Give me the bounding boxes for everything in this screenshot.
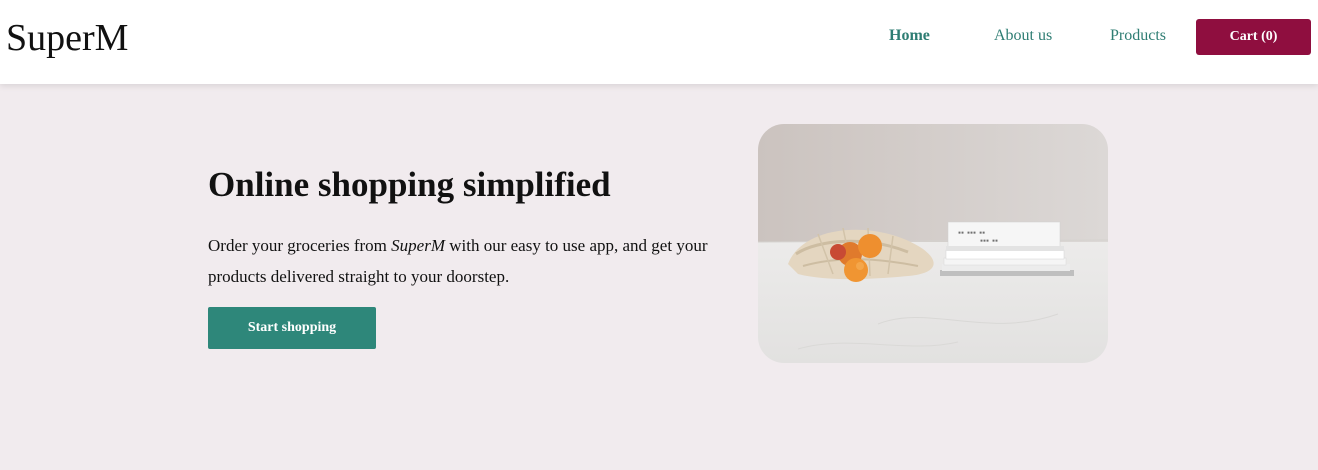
- nav-link-home[interactable]: Home: [889, 26, 930, 46]
- hero-text-start: Order your groceries from: [208, 236, 392, 255]
- brand-logo[interactable]: SuperM: [6, 16, 128, 60]
- hero-description: Order your groceries from SuperM with ou…: [208, 230, 748, 292]
- nav-link-about-us[interactable]: About us: [994, 26, 1052, 46]
- cart-button[interactable]: Cart (0): [1196, 19, 1311, 55]
- start-shopping-button[interactable]: Start shopping: [208, 307, 376, 349]
- book-cover-text-2: ▪▪▪ ▪▪: [980, 238, 998, 244]
- groceries-photo: ▪▪ ▪▪▪ ▪▪ ▪▪▪ ▪▪: [758, 124, 1108, 363]
- book-cover-text: ▪▪ ▪▪▪ ▪▪: [958, 230, 985, 236]
- groceries-photo-icon: ▪▪ ▪▪▪ ▪▪ ▪▪▪ ▪▪: [758, 124, 1108, 363]
- top-navbar: SuperM Home About us Products Cart (0): [0, 0, 1318, 84]
- hero-title: Online shopping simplified: [208, 165, 611, 204]
- nav-link-products[interactable]: Products: [1110, 26, 1166, 46]
- hero-text-brand: SuperM: [391, 236, 445, 255]
